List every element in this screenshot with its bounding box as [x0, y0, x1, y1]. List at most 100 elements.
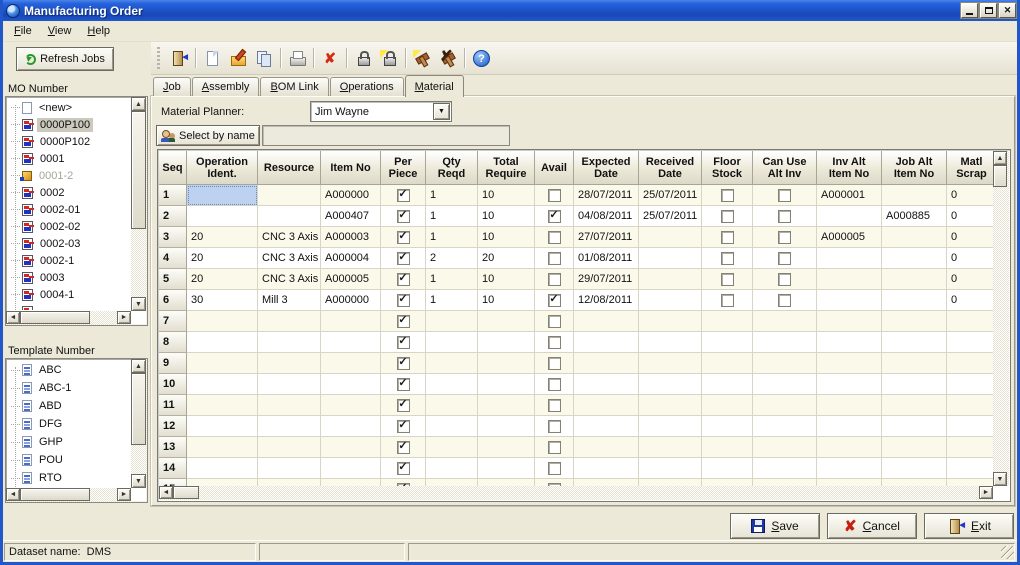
cell-r12-canuse[interactable] [753, 416, 817, 437]
cell-r4-scrap[interactable]: 0 [947, 248, 996, 269]
cell-r3-item[interactable]: A000003 [321, 227, 381, 248]
cell-r10-qty[interactable] [426, 374, 478, 395]
cell-r6-total[interactable]: 10 [478, 290, 535, 311]
cell-r10-canuse[interactable] [753, 374, 817, 395]
cell-r4-avail[interactable] [535, 248, 574, 269]
refresh-jobs-button[interactable]: Refresh Jobs [16, 47, 114, 71]
cell-r2-floor[interactable] [702, 206, 753, 227]
mo-item-0001-2[interactable]: 0001-2 [8, 167, 131, 184]
cell-r12-total[interactable] [478, 416, 535, 437]
tab-job[interactable]: Job [153, 77, 191, 96]
template-item-rto[interactable]: RTO [8, 469, 131, 487]
cell-r8-item[interactable] [321, 332, 381, 353]
mo-item-<new>[interactable]: <new> [8, 99, 131, 116]
cell-r13-item[interactable] [321, 437, 381, 458]
mo-horizontal-scrollbar[interactable]: ◄ ► [6, 311, 131, 325]
cell-r14-exp[interactable] [574, 458, 639, 479]
cell-r2-scrap[interactable]: 0 [947, 206, 996, 227]
checkbox-per[interactable] [397, 399, 410, 412]
column-header-jobalt[interactable]: Job Alt Item No [882, 151, 947, 185]
cell-r14-qty[interactable] [426, 458, 478, 479]
cell-r4-canuse[interactable] [753, 248, 817, 269]
template-hscroll-thumb[interactable] [20, 488, 90, 501]
checkbox-per[interactable] [397, 231, 410, 244]
cell-r1-item[interactable]: A000000 [321, 185, 381, 206]
cell-r5-qty[interactable]: 1 [426, 269, 478, 290]
material-planner-combobox[interactable]: Jim Wayne ▼ [310, 101, 452, 122]
cell-r10-rec[interactable] [639, 374, 702, 395]
exit-button[interactable]: Exit [924, 513, 1014, 539]
cell-r14-total[interactable] [478, 458, 535, 479]
cell-r14-jobalt[interactable] [882, 458, 947, 479]
cell-r5-exp[interactable]: 29/07/2011 [574, 269, 639, 290]
maximize-button[interactable] [980, 3, 997, 18]
checkbox-per[interactable] [397, 294, 410, 307]
cell-r13-op[interactable] [187, 437, 258, 458]
column-header-exp[interactable]: Expected Date [574, 151, 639, 185]
cell-r6-invalt[interactable] [817, 290, 882, 311]
checkbox-floor[interactable] [721, 273, 734, 286]
cell-r13-rec[interactable] [639, 437, 702, 458]
cell-r14-rec[interactable] [639, 458, 702, 479]
cell-r10-total[interactable] [478, 374, 535, 395]
build-delete-button[interactable]: ✘ [435, 46, 461, 70]
cell-r6-canuse[interactable] [753, 290, 817, 311]
cell-r2-item[interactable]: A000407 [321, 206, 381, 227]
cell-r11-qty[interactable] [426, 395, 478, 416]
cell-r12-op[interactable] [187, 416, 258, 437]
cell-r8-rec[interactable] [639, 332, 702, 353]
cell-r8-op[interactable] [187, 332, 258, 353]
help-button[interactable] [468, 46, 494, 70]
checkbox-avail[interactable] [548, 441, 561, 454]
scroll-left-icon[interactable]: ◄ [6, 488, 20, 501]
checkbox-floor[interactable] [721, 252, 734, 265]
edit-button[interactable] [225, 46, 251, 70]
cell-r8-res[interactable] [258, 332, 321, 353]
cell-r11-scrap[interactable] [947, 395, 996, 416]
cell-r11-canuse[interactable] [753, 395, 817, 416]
checkbox-per[interactable] [397, 252, 410, 265]
cell-r5-canuse[interactable] [753, 269, 817, 290]
column-header-per[interactable]: Per Piece [381, 151, 426, 185]
checkbox-per[interactable] [397, 357, 410, 370]
template-item-pou[interactable]: POU [8, 451, 131, 469]
cell-r4-invalt[interactable] [817, 248, 882, 269]
template-item-abd[interactable]: ABD [8, 397, 131, 415]
cell-r7-floor[interactable] [702, 311, 753, 332]
scroll-up-icon[interactable]: ▲ [131, 359, 146, 373]
cell-r1-exp[interactable]: 28/07/2011 [574, 185, 639, 206]
row-header-12[interactable]: 12 [159, 416, 187, 437]
menu-item-file[interactable]: File [6, 23, 40, 39]
unlock-button[interactable] [376, 46, 402, 70]
select-by-name-button[interactable]: Select by name [156, 125, 260, 146]
menu-item-help[interactable]: Help [79, 23, 118, 39]
mo-number-listbox[interactable]: <new>0000P1000000P10200010001-200020002-… [5, 96, 148, 326]
column-header-rec[interactable]: Received Date [639, 151, 702, 185]
row-header-6[interactable]: 6 [159, 290, 187, 311]
template-item-abc-1[interactable]: ABC-1 [8, 379, 131, 397]
cell-r6-per[interactable] [381, 290, 426, 311]
cell-r5-res[interactable]: CNC 3 Axis [258, 269, 321, 290]
cell-r14-canuse[interactable] [753, 458, 817, 479]
cell-r5-invalt[interactable] [817, 269, 882, 290]
cell-r3-total[interactable]: 10 [478, 227, 535, 248]
checkbox-canuse[interactable] [778, 252, 791, 265]
cell-r9-jobalt[interactable] [882, 353, 947, 374]
mo-hscroll-thumb[interactable] [20, 311, 90, 324]
planner-name-field[interactable] [262, 125, 510, 146]
column-header-op[interactable]: Operation Ident. [187, 151, 258, 185]
cell-r11-total[interactable] [478, 395, 535, 416]
cell-r12-res[interactable] [258, 416, 321, 437]
mo-item-0000P100[interactable]: 0000P100 [8, 116, 131, 133]
template-horizontal-scrollbar[interactable]: ◄ ► [6, 488, 131, 502]
checkbox-floor[interactable] [721, 294, 734, 307]
chevron-down-icon[interactable]: ▼ [433, 103, 450, 120]
row-header-4[interactable]: 4 [159, 248, 187, 269]
new-doc-button[interactable] [199, 46, 225, 70]
row-header-8[interactable]: 8 [159, 332, 187, 353]
cell-r6-rec[interactable] [639, 290, 702, 311]
cell-r4-qty[interactable]: 2 [426, 248, 478, 269]
row-header-13[interactable]: 13 [159, 437, 187, 458]
cell-r7-res[interactable] [258, 311, 321, 332]
row-header-5[interactable]: 5 [159, 269, 187, 290]
